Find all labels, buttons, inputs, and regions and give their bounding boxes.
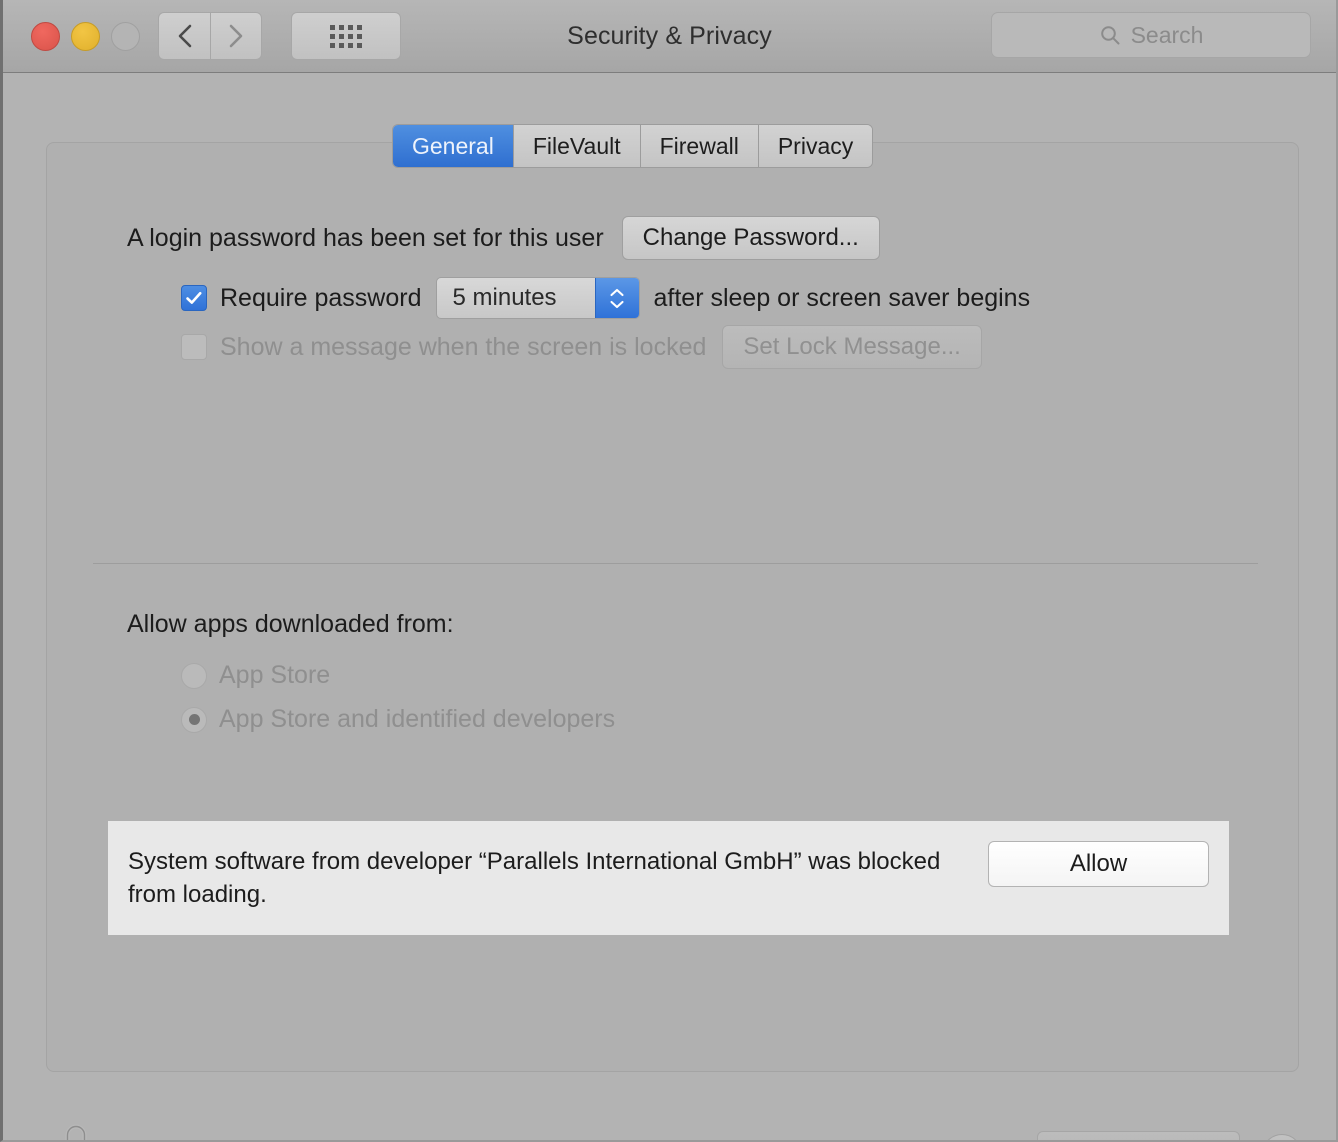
stepper-arrows-icon[interactable] [594,278,639,318]
require-password-checkbox[interactable] [181,285,207,311]
blocked-software-message: System software from developer “Parallel… [128,848,941,908]
allow-button[interactable]: Allow [988,841,1209,887]
show-lock-message-row: Show a message when the screen is locked… [181,325,982,369]
set-lock-message-button[interactable]: Set Lock Message... [722,325,982,369]
require-password-suffix-label: after sleep or screen saver begins [653,283,1031,312]
require-password-label: Require password [220,283,422,312]
show-lock-message-checkbox[interactable] [181,334,207,360]
tab-privacy[interactable]: Privacy [758,125,873,167]
radio-identified-developers-label: App Store and identified developers [219,705,616,733]
radio-selected-dot [188,714,200,725]
require-password-delay-select[interactable]: 5 minutes [435,277,640,319]
search-icon [1100,26,1120,45]
search-input[interactable]: Search [991,12,1311,58]
tab-firewall[interactable]: Firewall [640,125,759,167]
preference-pane-content: General FileVault Firewall Privacy A log… [3,74,1336,1140]
require-password-delay-value: 5 minutes [452,284,557,311]
blocked-software-alert: System software from developer “Parallel… [108,821,1229,935]
lock-label: Click the lock to make changes. [127,1136,479,1140]
tab-general[interactable]: General [393,125,514,167]
radio-row-app-store[interactable]: App Store [181,661,330,690]
login-password-row: A login password has been set for this u… [127,216,880,260]
section-divider [93,563,1258,564]
help-button[interactable]: ? [1262,1134,1302,1140]
system-preferences-window: Security & Privacy Search General FileVa… [0,0,1338,1142]
checkmark-icon [186,291,202,304]
chevron-up-icon [610,288,624,296]
tab-bar: General FileVault Firewall Privacy [392,124,874,168]
lock-closed-icon [65,1124,87,1140]
radio-row-identified-developers[interactable]: App Store and identified developers [181,705,615,734]
window-toolbar: Security & Privacy Search [3,0,1336,73]
show-lock-message-label: Show a message when the screen is locked [220,332,707,361]
change-password-button[interactable]: Change Password... [621,216,880,260]
radio-app-store[interactable] [181,662,207,689]
require-password-row: Require password 5 minutes after sleep o… [181,277,1030,319]
radio-identified-developers[interactable] [181,706,207,733]
chevron-down-icon [610,300,624,308]
advanced-button[interactable]: Advanced... [1037,1131,1240,1140]
lock-button[interactable] [56,1121,96,1140]
allow-apps-heading: Allow apps downloaded from: [127,610,454,638]
search-placeholder: Search [1130,21,1204,48]
tab-filevault[interactable]: FileVault [513,125,641,167]
radio-app-store-label: App Store [219,661,331,689]
login-password-label: A login password has been set for this u… [127,223,604,252]
